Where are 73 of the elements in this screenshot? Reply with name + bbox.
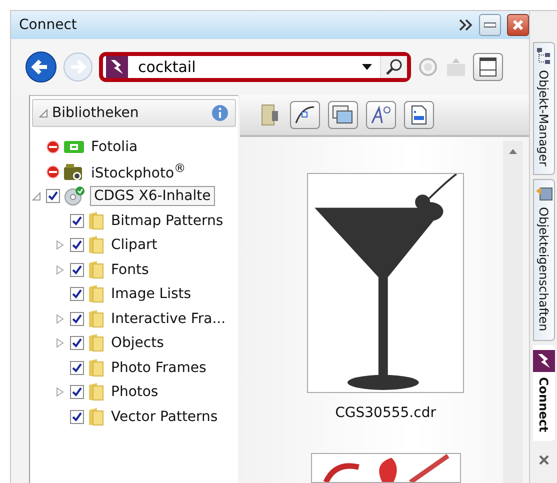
minimize-button[interactable] (479, 14, 502, 36)
collapse-arrow-icon[interactable] (32, 192, 40, 201)
checkbox[interactable] (70, 262, 84, 277)
font-icon (370, 105, 392, 125)
scroll-up-icon[interactable] (509, 149, 518, 154)
dropdown-caret-icon[interactable] (362, 64, 372, 70)
search-field[interactable]: cocktail (99, 52, 411, 82)
tree-item[interactable]: Bitmap Patterns (108, 212, 226, 230)
folder-icon (88, 334, 104, 352)
tree-item[interactable]: Fonts (108, 260, 152, 279)
font-tool-button[interactable] (366, 101, 396, 129)
tree-item[interactable]: Fotolia (88, 138, 141, 156)
close-icon (512, 19, 524, 31)
folder-icon (88, 285, 104, 304)
folder-icon (88, 408, 104, 426)
object-tree-icon (536, 47, 552, 65)
curve-icon (294, 105, 316, 125)
back-button[interactable] (25, 51, 57, 83)
checkbox[interactable] (46, 189, 60, 204)
file-name: CGS30555.cdr (335, 404, 436, 421)
clipart-thumbnail[interactable] (310, 452, 461, 483)
folder-icon (88, 212, 104, 230)
tree-item[interactable]: Interactive Fra... (108, 310, 229, 328)
connect-logo-icon (532, 350, 555, 372)
folder-icon (88, 260, 104, 279)
panel-layout-button[interactable] (473, 53, 503, 81)
remove-icon[interactable] (46, 164, 60, 179)
folder-icon (88, 236, 104, 254)
panel-heading: Bibliotheken (52, 105, 140, 121)
side-tab[interactable]: Connect (532, 344, 555, 441)
tree-item[interactable]: Photo Frames (108, 358, 210, 377)
window-title: Connect (19, 17, 78, 33)
checkbox[interactable] (70, 312, 84, 326)
close-icon[interactable] (538, 454, 549, 465)
checkbox[interactable] (70, 410, 84, 424)
search-button[interactable] (380, 56, 407, 78)
checkbox[interactable] (70, 214, 84, 228)
search-input[interactable]: cocktail (136, 57, 354, 77)
tree-item[interactable]: Photos (108, 383, 162, 402)
image-tool-button[interactable] (328, 101, 358, 129)
side-tab[interactable]: Objekt-Manager (532, 42, 555, 176)
search-icon (386, 59, 402, 75)
pictures-icon (332, 105, 354, 125)
checkbox[interactable] (70, 287, 84, 302)
tree-item[interactable]: Image Lists (108, 285, 194, 304)
cocktail-glass-thumbnail[interactable] (307, 173, 464, 393)
folder-icon (88, 310, 104, 328)
checkbox[interactable] (70, 385, 84, 400)
tree-item[interactable]: Vector Patterns (108, 408, 221, 426)
collapse-arrow-icon[interactable] (39, 108, 48, 118)
info-icon[interactable] (211, 104, 229, 122)
remove-icon[interactable] (46, 140, 60, 154)
properties-icon (534, 184, 553, 202)
document-icon (410, 105, 428, 125)
document-tool-button[interactable] (404, 101, 434, 129)
minimize-icon (484, 22, 496, 28)
curve-tool-button[interactable] (290, 101, 320, 129)
folder-icon (88, 358, 104, 377)
close-button[interactable] (507, 14, 530, 36)
tree-item[interactable]: CDGS X6-Inhalte (90, 186, 215, 206)
tree-item[interactable]: iStockphoto$^{®}$ (88, 160, 189, 184)
chevron-icon[interactable] (459, 19, 474, 31)
checkbox[interactable] (70, 238, 84, 252)
tree-item[interactable]: Clipart (108, 236, 160, 254)
side-tab[interactable]: Objekteigenschaften (532, 179, 555, 341)
connect-logo-icon (106, 56, 128, 78)
checkbox[interactable] (70, 336, 84, 350)
checkbox[interactable] (70, 360, 84, 375)
disc-icon (64, 186, 86, 206)
window-layout-icon (479, 57, 497, 77)
camera-icon (64, 162, 84, 181)
tree-item[interactable]: Objects (108, 334, 167, 352)
folder-icon (88, 383, 104, 402)
